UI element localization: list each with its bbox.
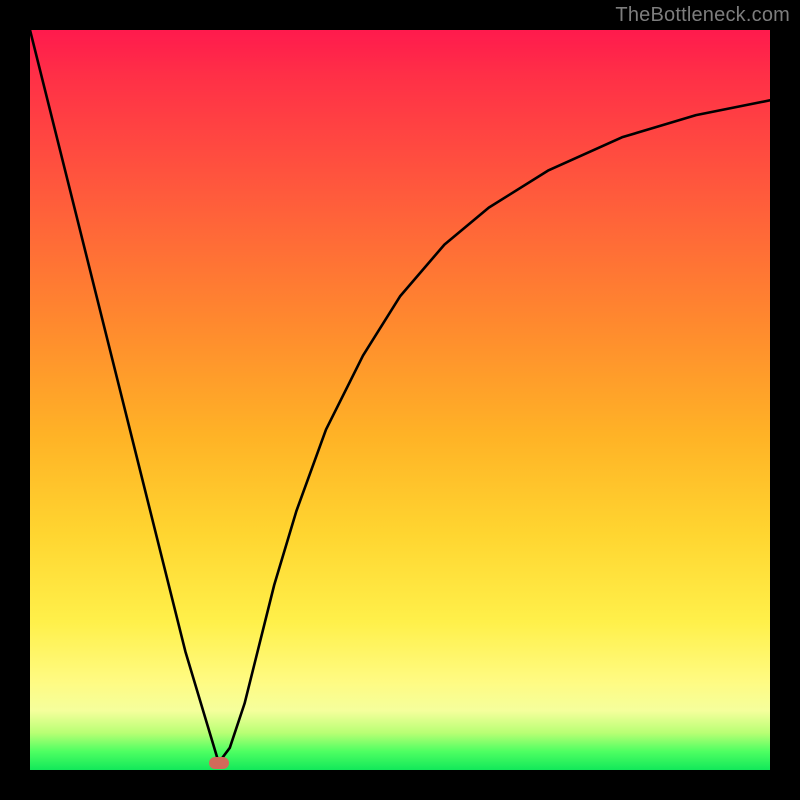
optimal-marker [209, 757, 229, 769]
attribution-label: TheBottleneck.com [615, 4, 790, 27]
chart-container: TheBottleneck.com [0, 0, 800, 800]
curve-path [30, 30, 770, 763]
bottleneck-curve [30, 30, 770, 770]
plot-area [30, 30, 770, 770]
